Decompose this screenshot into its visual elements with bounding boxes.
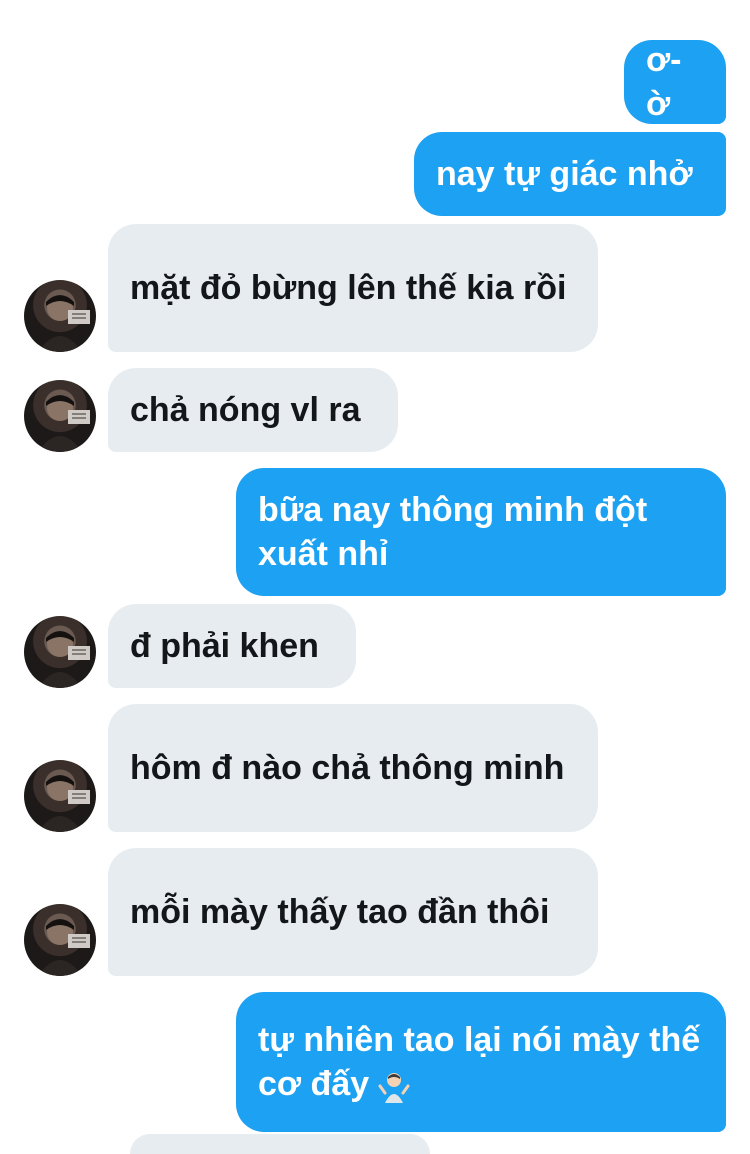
message-text: chả nóng vl ra [130, 391, 361, 429]
message-text: đ phải khen [130, 627, 319, 665]
message-bubble-sent[interactable]: nay tự giác nhở [414, 132, 726, 216]
message-bubble-received[interactable]: hôm đ nào chả thông minh [108, 704, 598, 832]
user-avatar[interactable] [24, 380, 96, 452]
person-shrugging-emoji-icon [377, 1069, 411, 1104]
message-text: ơ-ờ [646, 41, 682, 123]
message-bubble-received[interactable]: đ phải khen [108, 604, 356, 688]
message-text: mỗi mày thấy tao đần thôi [130, 893, 550, 931]
message-bubble-received[interactable]: chả nóng vl ra [108, 368, 398, 452]
message-text: mặt đỏ bừng lên thế kia rồi [130, 269, 567, 307]
message-bubble-received[interactable]: mỗi mày thấy tao đần thôi [108, 848, 598, 976]
message-bubble-sent[interactable]: ơ-ờ [624, 40, 726, 124]
message-text: bữa nay thông minh đột xuất nhỉ [258, 491, 648, 573]
user-avatar[interactable] [24, 616, 96, 688]
user-avatar[interactable] [24, 280, 96, 352]
next-message-bubble-partial [130, 1134, 430, 1154]
message-text-content: tự nhiên tao lại nói mày thế cơ đấy [258, 1021, 701, 1103]
message-text: hôm đ nào chả thông minh [130, 749, 565, 787]
message-text: tự nhiên tao lại nói mày thế cơ đấy [258, 1018, 704, 1106]
message-bubble-sent[interactable]: tự nhiên tao lại nói mày thế cơ đấy [236, 992, 726, 1132]
message-bubble-received[interactable]: mặt đỏ bừng lên thế kia rồi [108, 224, 598, 352]
message-text: nay tự giác nhở [436, 155, 693, 193]
message-bubble-sent[interactable]: bữa nay thông minh đột xuất nhỉ [236, 468, 726, 596]
user-avatar[interactable] [24, 760, 96, 832]
user-avatar[interactable] [24, 904, 96, 976]
